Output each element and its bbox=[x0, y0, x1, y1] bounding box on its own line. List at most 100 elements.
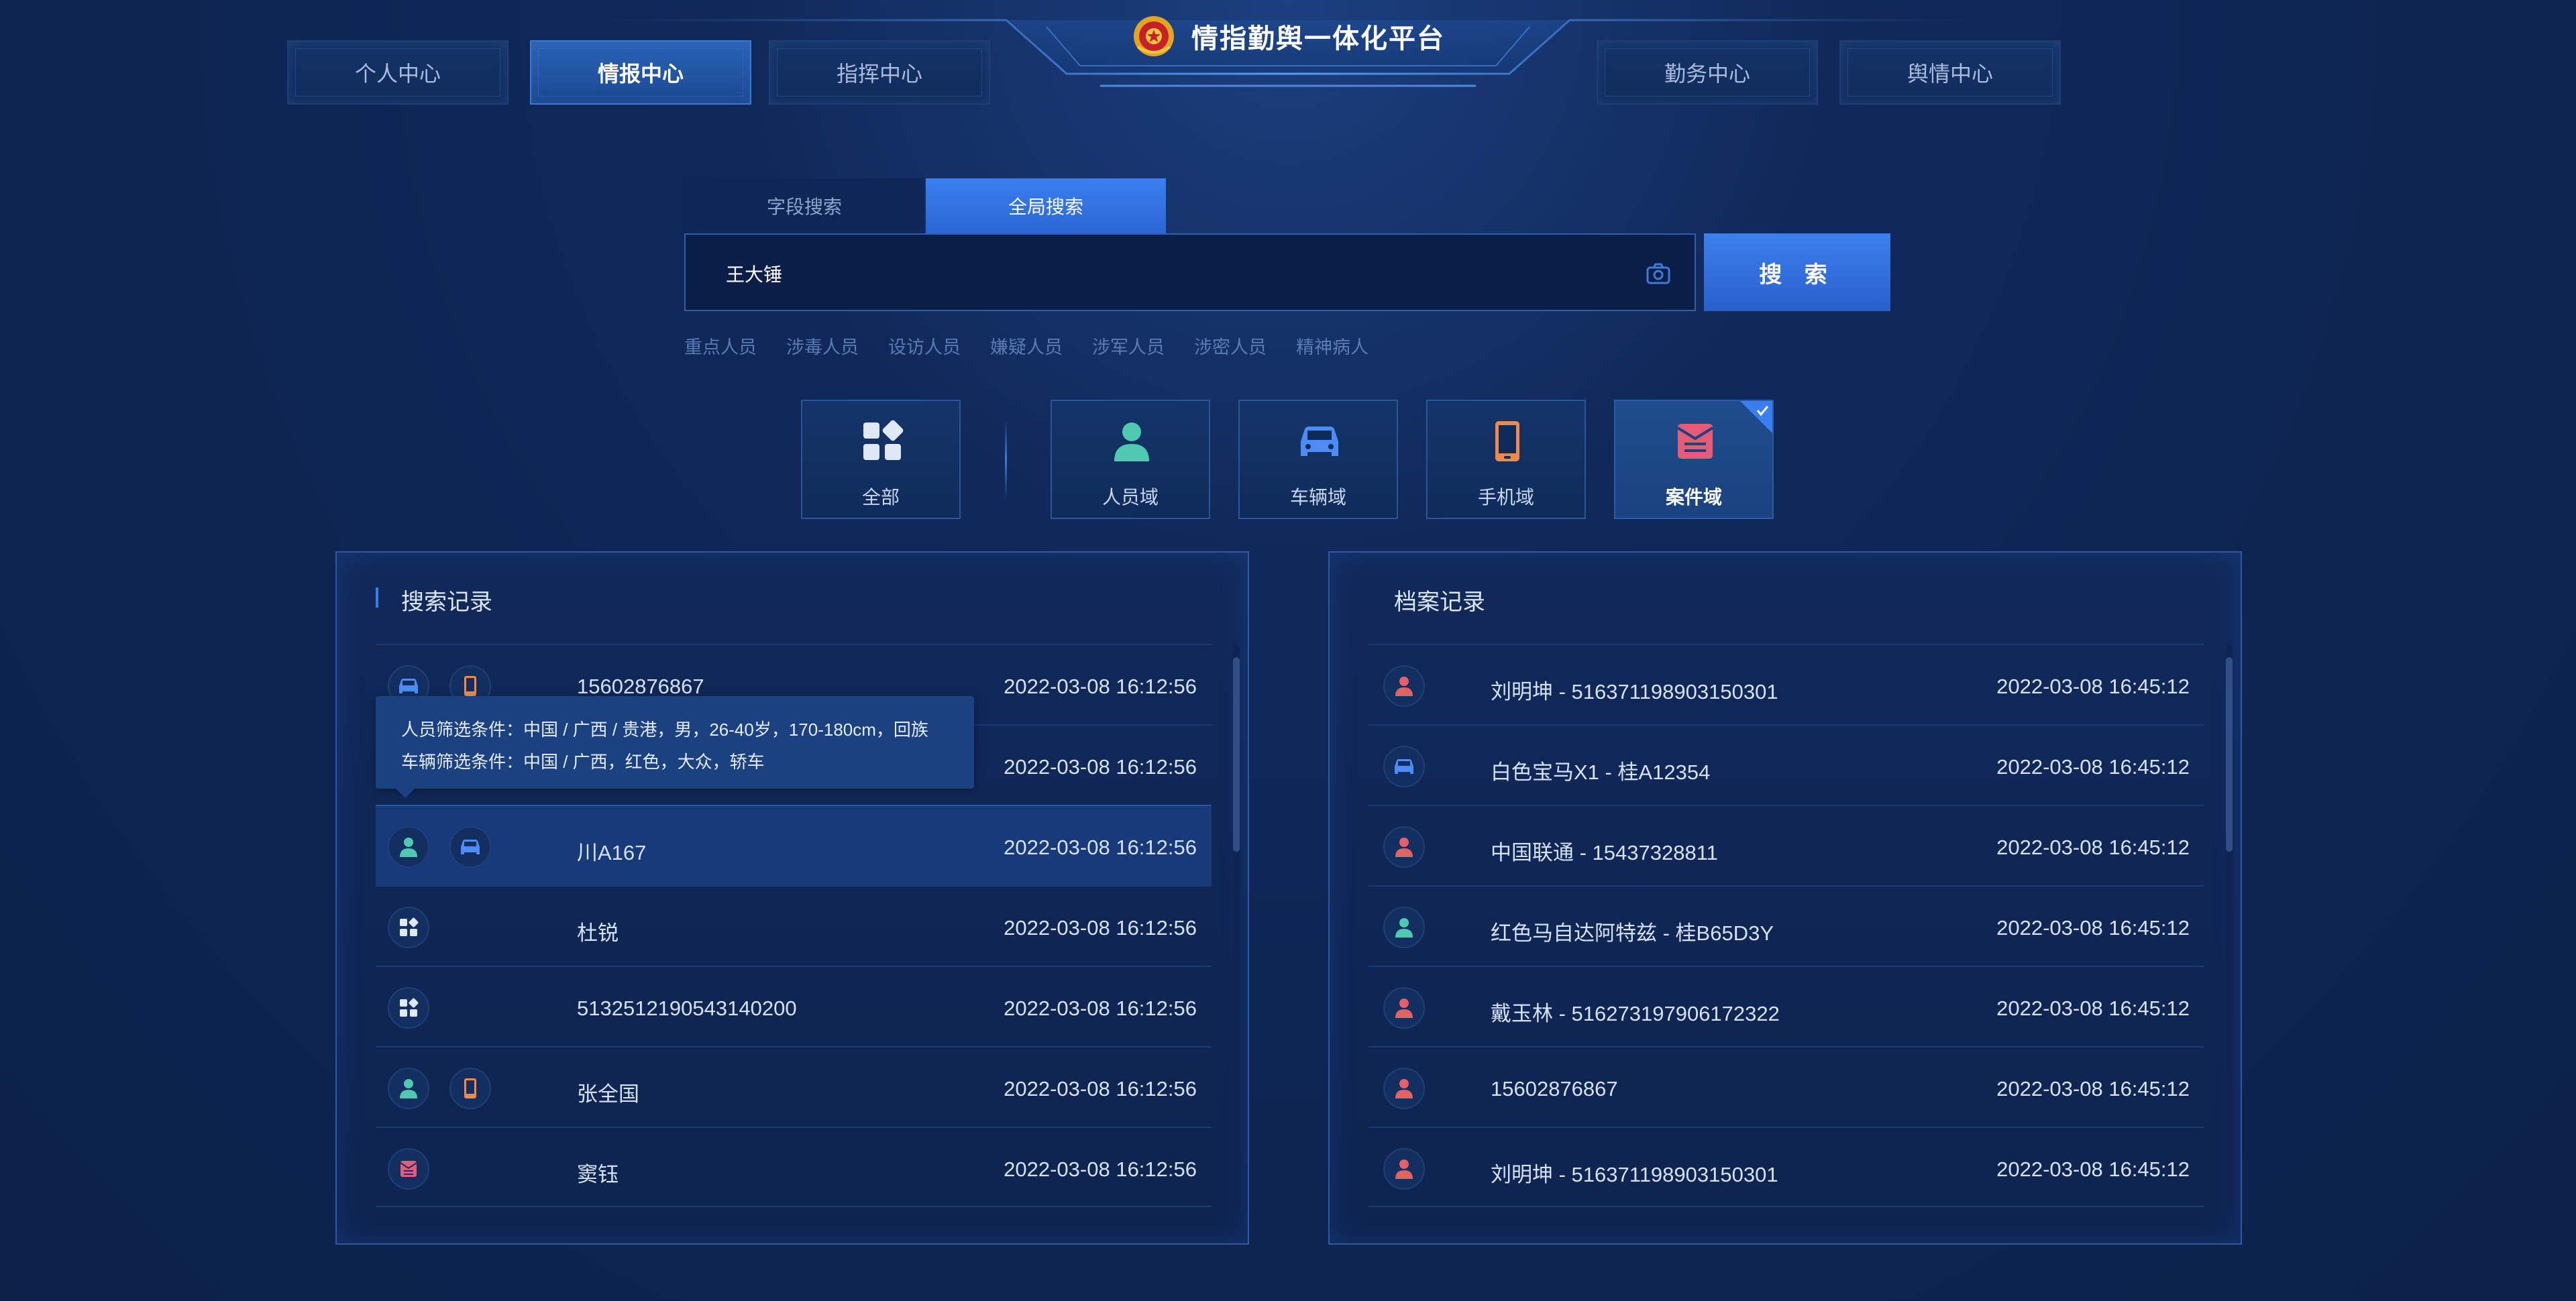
nav-tab-intelligence[interactable]: 情报中心 bbox=[530, 40, 751, 105]
row-icons bbox=[388, 1148, 429, 1190]
scrollbar[interactable] bbox=[1233, 644, 1240, 1208]
quick-tag[interactable]: 设访人员 bbox=[888, 333, 961, 359]
archive-records-panel: 档案记录 刘明坤 - 516371198903150301 2022-03-08… bbox=[1328, 551, 2242, 1245]
panel-title: 搜索记录 bbox=[401, 589, 492, 615]
domain-tile-case[interactable]: 案件域 bbox=[1614, 400, 1774, 519]
nav-tab-public-opinion[interactable]: 舆情中心 bbox=[1839, 40, 2061, 105]
panel-title: 档案记录 bbox=[1394, 589, 1485, 615]
record-time: 2022-03-08 16:12:56 bbox=[1004, 755, 1197, 779]
scrollbar[interactable] bbox=[2226, 644, 2233, 1208]
record-name: 5132512190543140200 bbox=[577, 997, 797, 1020]
record-name: 白色宝马X1 - 桂A12354 bbox=[1491, 760, 1711, 784]
table-row[interactable]: 杜锐 2022-03-08 16:12:56 bbox=[376, 885, 1212, 966]
archive-records-list: 刘明坤 - 516371198903150301 2022-03-08 16:4… bbox=[1368, 644, 2204, 1207]
domain-tile-all[interactable]: 全部 bbox=[801, 400, 961, 519]
person-red-icon bbox=[1383, 987, 1425, 1029]
tab-global-search[interactable]: 全局搜索 bbox=[926, 178, 1166, 233]
divider bbox=[1005, 420, 1007, 499]
car-icon bbox=[449, 826, 491, 868]
person-red-icon bbox=[1383, 1148, 1425, 1190]
filter-tooltip: 人员筛选条件：中国 / 广西 / 贵港，男，26-40岁，170-180cm，回… bbox=[376, 696, 974, 789]
row-icons bbox=[1383, 746, 1425, 787]
domain-tile-person[interactable]: 人员域 bbox=[1051, 400, 1210, 519]
tab-field-search[interactable]: 字段搜索 bbox=[684, 178, 924, 233]
table-row-selected[interactable]: 川A167 2022-03-08 16:12:56 bbox=[376, 805, 1212, 885]
row-icons bbox=[1383, 1148, 1425, 1190]
tooltip-vehicle-filter: 车辆筛选条件：中国 / 广西，红色，大众，轿车 bbox=[401, 752, 765, 772]
domain-tile-label: 全部 bbox=[861, 487, 900, 508]
person-icon bbox=[388, 826, 429, 868]
record-name: 刘明坤 - 516371198903150301 bbox=[1491, 680, 1778, 703]
row-icons bbox=[1383, 826, 1425, 868]
person-red-icon bbox=[1383, 1068, 1425, 1109]
record-time: 2022-03-08 16:45:12 bbox=[1996, 675, 2190, 698]
nav-tab-label: 指挥中心 bbox=[836, 62, 922, 86]
grid-icon bbox=[388, 907, 429, 948]
table-row[interactable]: 戴玉林 - 516273197906172322 2022-03-08 16:4… bbox=[1368, 966, 2204, 1046]
table-row[interactable]: 中国联通 - 15437328811 2022-03-08 16:45:12 bbox=[1368, 805, 2204, 885]
person-icon bbox=[1114, 422, 1149, 461]
car-icon bbox=[1383, 746, 1425, 787]
domain-tile-vehicle[interactable]: 车辆域 bbox=[1238, 400, 1398, 519]
case-icon bbox=[388, 1148, 429, 1190]
record-time: 2022-03-08 16:45:12 bbox=[1996, 1077, 2190, 1100]
person-red-icon bbox=[1383, 665, 1425, 707]
quick-tag[interactable]: 涉密人员 bbox=[1194, 333, 1267, 359]
person-red-icon bbox=[1383, 826, 1425, 868]
quick-tag[interactable]: 精神病人 bbox=[1296, 333, 1368, 359]
record-name: 刘明坤 - 516371198903150301 bbox=[1491, 1163, 1778, 1186]
search-input[interactable] bbox=[724, 258, 1599, 290]
scrollbar-thumb[interactable] bbox=[2226, 657, 2233, 852]
table-row[interactable]: 5132512190543140200 2022-03-08 16:12:56 bbox=[376, 966, 1212, 1046]
record-name: 杜锐 bbox=[577, 921, 619, 945]
search-box bbox=[684, 233, 1696, 311]
domain-tile-phone[interactable]: 手机域 bbox=[1426, 400, 1586, 519]
row-icons bbox=[388, 987, 429, 1029]
table-row[interactable]: 刘明坤 - 516371198903150301 2022-03-08 16:4… bbox=[1368, 644, 2204, 724]
search-records-panel: 搜索记录 15602876867 2022-03-08 16:12:56 202… bbox=[335, 551, 1249, 1245]
record-time: 2022-03-08 16:45:12 bbox=[1996, 1157, 2190, 1181]
record-time: 2022-03-08 16:45:12 bbox=[1996, 755, 2190, 779]
table-row[interactable]: 白色宝马X1 - 桂A12354 2022-03-08 16:45:12 bbox=[1368, 724, 2204, 805]
quick-tag[interactable]: 涉军人员 bbox=[1092, 333, 1165, 359]
nav-tab-personal[interactable]: 个人中心 bbox=[287, 40, 508, 105]
quick-tags: 重点人员 涉毒人员 设访人员 嫌疑人员 涉军人员 涉密人员 精神病人 bbox=[684, 333, 1368, 359]
record-time: 2022-03-08 16:12:56 bbox=[1004, 997, 1197, 1020]
table-row[interactable]: 窦钰 2022-03-08 16:12:56 bbox=[376, 1127, 1212, 1207]
table-row[interactable]: 刘明坤 - 516371198903150301 2022-03-08 16:4… bbox=[1368, 1127, 2204, 1207]
nav-tab-duty[interactable]: 勤务中心 bbox=[1597, 40, 1818, 105]
row-icons bbox=[1383, 665, 1425, 707]
record-time: 2022-03-08 16:12:56 bbox=[1004, 836, 1197, 859]
table-row[interactable]: 张全国 2022-03-08 16:12:56 bbox=[376, 1046, 1212, 1127]
person-icon bbox=[1383, 907, 1425, 948]
record-time: 2022-03-08 16:12:56 bbox=[1004, 916, 1197, 940]
table-row[interactable]: 红色马自达阿特兹 - 桂B65D3Y 2022-03-08 16:45:12 bbox=[1368, 885, 2204, 966]
nav-tab-label: 舆情中心 bbox=[1907, 62, 1993, 86]
nav-tab-label: 个人中心 bbox=[354, 62, 441, 86]
row-icons bbox=[1383, 987, 1425, 1029]
person-icon bbox=[388, 1068, 429, 1109]
scrollbar-thumb[interactable] bbox=[1233, 657, 1240, 852]
phone-icon bbox=[1495, 421, 1519, 461]
nav-tab-command[interactable]: 指挥中心 bbox=[769, 40, 990, 105]
quick-tag[interactable]: 嫌疑人员 bbox=[990, 333, 1063, 359]
grid-icon bbox=[388, 987, 429, 1029]
check-icon bbox=[1740, 401, 1772, 433]
record-time: 2022-03-08 16:12:56 bbox=[1004, 675, 1197, 698]
domain-tile-label: 案件域 bbox=[1665, 487, 1722, 508]
table-row[interactable]: 15602876867 2022-03-08 16:45:12 bbox=[1368, 1046, 2204, 1127]
phone-icon bbox=[449, 1068, 491, 1109]
camera-icon[interactable] bbox=[1645, 260, 1672, 287]
grid-icon bbox=[863, 420, 904, 460]
quick-tag[interactable]: 涉毒人员 bbox=[786, 333, 859, 359]
domain-tile-label: 人员域 bbox=[1102, 487, 1159, 508]
record-name: 戴玉林 - 516273197906172322 bbox=[1491, 1002, 1780, 1025]
record-time: 2022-03-08 16:45:12 bbox=[1996, 836, 2190, 859]
record-name: 川A167 bbox=[577, 841, 647, 864]
quick-tag[interactable]: 重点人员 bbox=[684, 333, 757, 359]
row-icons bbox=[388, 826, 491, 868]
search-button[interactable]: 搜 索 bbox=[1704, 233, 1890, 311]
title-accent-bar bbox=[376, 587, 378, 608]
record-name: 窦钰 bbox=[577, 1163, 619, 1186]
app-title-text: 情指勤舆一体化平台 bbox=[1191, 24, 1445, 54]
